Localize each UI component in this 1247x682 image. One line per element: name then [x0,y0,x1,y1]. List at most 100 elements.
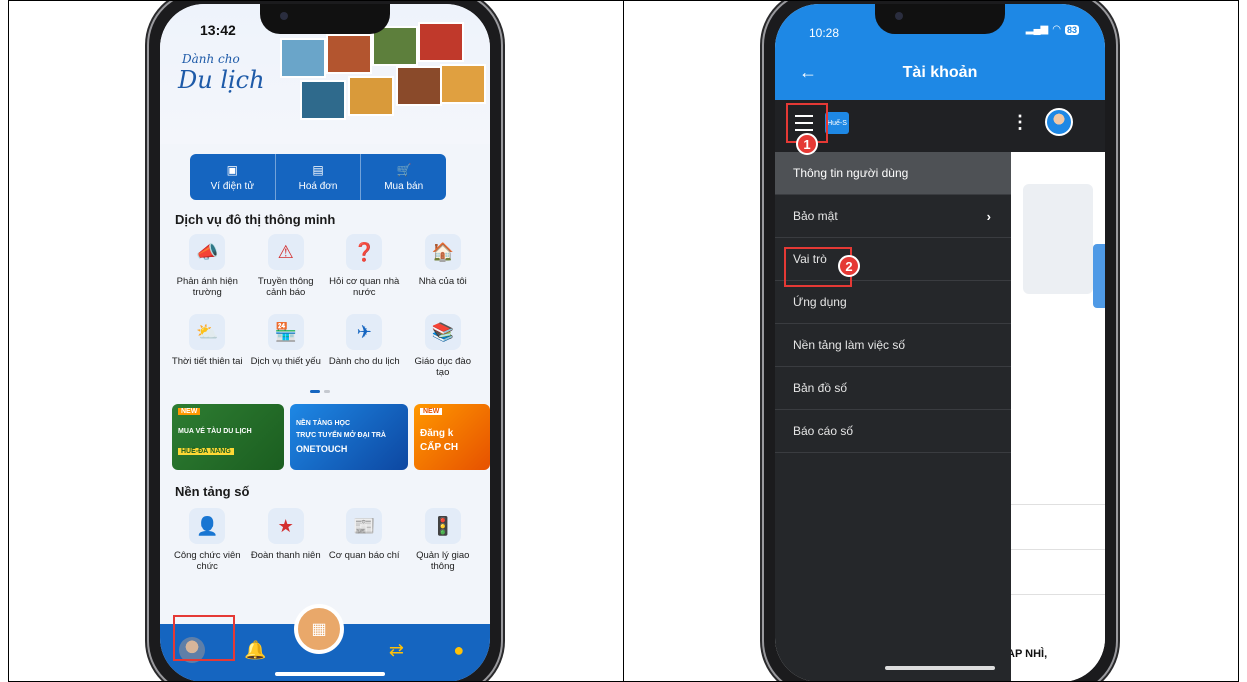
battery-icon: 83 [1064,24,1079,35]
service-label: Giáo dục đào tạo [414,356,471,378]
highlight-box-profile [173,615,235,661]
page-title: Tài khoản [902,64,978,81]
menu-label: Báo cáo số [793,424,854,438]
menu-label: Ứng dụng [793,295,847,309]
promo-text: NỀN TẢNG HỌC [296,420,351,427]
service-label: Nhà của tôi [418,276,467,287]
document-page: Dành cho Du lịch 13:42 ▣ Ví điện tử ▤ Ho… [0,0,1247,682]
quick-action-bar: ▣ Ví điện tử ▤ Hoá đơn 🛒 Mua bán [190,154,446,200]
service-tile[interactable]: 🏪 Dịch vụ thiết yếu [247,314,326,394]
platform-label: Quản lý giao thông [416,550,470,572]
platform-tile[interactable]: ★ Đoàn thanh niên [247,508,326,588]
menu-item-apps[interactable]: Ứng dụng [775,281,1011,324]
platform-tile[interactable]: 👤 Công chức viên chức [168,508,247,588]
promo-card-register[interactable]: NEW Đăng k CẤP CH [414,404,490,470]
banner-photo [300,80,346,120]
platform-tile[interactable]: 📰 Cơ quan báo chí [325,508,404,588]
quick-label: Ví điện tử [210,180,255,192]
press-icon: 📰 [346,508,383,544]
platform-label: Công chức viên chức [173,550,241,572]
service-label: Phản ánh hiện trường [176,276,238,298]
side-drawer: Thông tin người dùng Bảo mật › Vai trò Ứn… [775,152,1011,681]
report-icon: 📣 [189,234,226,270]
wifi-icon: ◠ [1052,24,1061,35]
chevron-right-icon: › [986,208,991,224]
home-indicator [885,666,995,670]
home-screen: Dành cho Du lịch 13:42 ▣ Ví điện tử ▤ Ho… [160,4,490,681]
service-label: Truyền thông cảnh báo [257,276,314,298]
house-icon: 🏠 [424,234,461,270]
warning-icon: ⚠ [267,234,304,270]
bell-icon[interactable]: 🔔 [244,638,268,662]
service-tile[interactable]: ✈ Dành cho du lịch [325,314,404,394]
promo-text: TRỰC TUYẾN MỞ ĐẠI TRÀ [296,432,386,439]
banner-photo [440,64,486,104]
carousel-dots[interactable] [310,390,330,393]
side-handle[interactable] [1093,244,1105,308]
qr-scan-icon[interactable]: ▦ [294,604,344,654]
question-icon: ❓ [346,234,383,270]
menu-label: Nền tảng làm việc số [793,338,906,352]
service-label: Dành cho du lịch [328,356,400,367]
banner-title: Du lịch [178,66,265,94]
menu-label: Bảo mật [793,209,838,223]
promo-text: MUA VÉ TÀU DU LỊCH [178,428,252,435]
banner-photo [326,34,372,74]
right-table-cell: 10:28 ▂▄▆ ◠ 83 ← Tài khoản Huế-S ⋮ AP NH… [623,0,1239,682]
status-time: 10:28 [809,26,840,40]
promo-text: Đăng k [420,428,454,439]
divider [1011,594,1105,595]
menu-item-security[interactable]: Bảo mật › [775,195,1011,238]
app-logo: Huế-S [825,112,849,134]
service-tile[interactable]: ⛅ Thời tiết thiên tai [168,314,247,394]
quick-item-invoice[interactable]: ▤ Hoá đơn [276,154,362,200]
content-text: AP NHÌ, [1007,648,1048,660]
transfer-icon[interactable]: ⇄ [384,638,408,662]
status-time: 13:42 [200,22,236,38]
cart-icon: 🛒 [396,162,412,177]
quick-label: Hoá đơn [298,180,338,192]
wallet-icon: ▣ [226,162,238,177]
menu-item-user-info[interactable]: Thông tin người dùng [775,152,1011,195]
quick-item-cart[interactable]: 🛒 Mua bán [361,154,446,200]
service-tile[interactable]: ⚠ Truyền thông cảnh báo [247,234,326,314]
avatar[interactable] [1045,108,1073,136]
menu-item-digital-report[interactable]: Báo cáo số [775,410,1011,453]
platform-label: Cơ quan báo chí [328,550,400,561]
location-pin-icon[interactable]: ● [447,638,471,662]
youth-union-icon: ★ [267,508,304,544]
quick-item-wallet[interactable]: ▣ Ví điện tử [190,154,276,200]
service-tile[interactable]: 📣 Phản ánh hiện trường [168,234,247,314]
more-options-icon[interactable]: ⋮ [1011,112,1029,133]
banner-photo [348,76,394,116]
essential-service-icon: 🏪 [267,314,304,350]
education-icon: 📚 [424,314,461,350]
menu-label: Bản đồ số [793,381,848,395]
promo-badge: NEW [420,408,443,415]
divider [1011,504,1105,505]
promo-text: HUẾ-ĐÀ NẴNG [178,448,234,455]
service-tile[interactable]: ❓ Hỏi cơ quan nhà nước [325,234,404,314]
promo-card-onetouch[interactable]: NỀN TẢNG HỌC TRỰC TUYẾN MỞ ĐẠI TRÀ ONETO… [290,404,408,470]
smart-services-grid: 📣 Phản ánh hiện trường ⚠ Truyền thông cảnh… [168,234,482,394]
smart-services-title: Dịch vụ đô thị thông minh [175,212,336,227]
service-tile[interactable]: 📚 Giáo dục đào tạo [404,314,483,394]
service-label: Thời tiết thiên tai [171,356,243,367]
divider [1011,549,1105,550]
digital-platform-grid: 👤 Công chức viên chức ★ Đoàn thanh niên 📰 C… [168,508,482,588]
invoice-icon: ▤ [312,162,324,177]
promo-card-train[interactable]: NEW MUA VÉ TÀU DU LỊCH HUẾ-ĐÀ NẴNG [172,404,284,470]
banner-photo [280,38,326,78]
banner-photo [396,66,442,106]
service-label: Hỏi cơ quan nhà nước [329,276,400,298]
service-tile[interactable]: 🏠 Nhà của tôi [404,234,483,314]
traffic-icon: 🚦 [424,508,461,544]
step-badge-1: 1 [796,133,818,155]
platform-tile[interactable]: 🚦 Quản lý giao thông [404,508,483,588]
banner-photo [372,26,418,66]
menu-item-digital-map[interactable]: Bản đồ số [775,367,1011,410]
service-label: Dịch vụ thiết yếu [250,356,321,367]
menu-item-digital-workplace[interactable]: Nền tảng làm việc số [775,324,1011,367]
menu-label: Thông tin người dùng [793,166,909,180]
signal-icon: ▂▄▆ [1025,24,1049,35]
